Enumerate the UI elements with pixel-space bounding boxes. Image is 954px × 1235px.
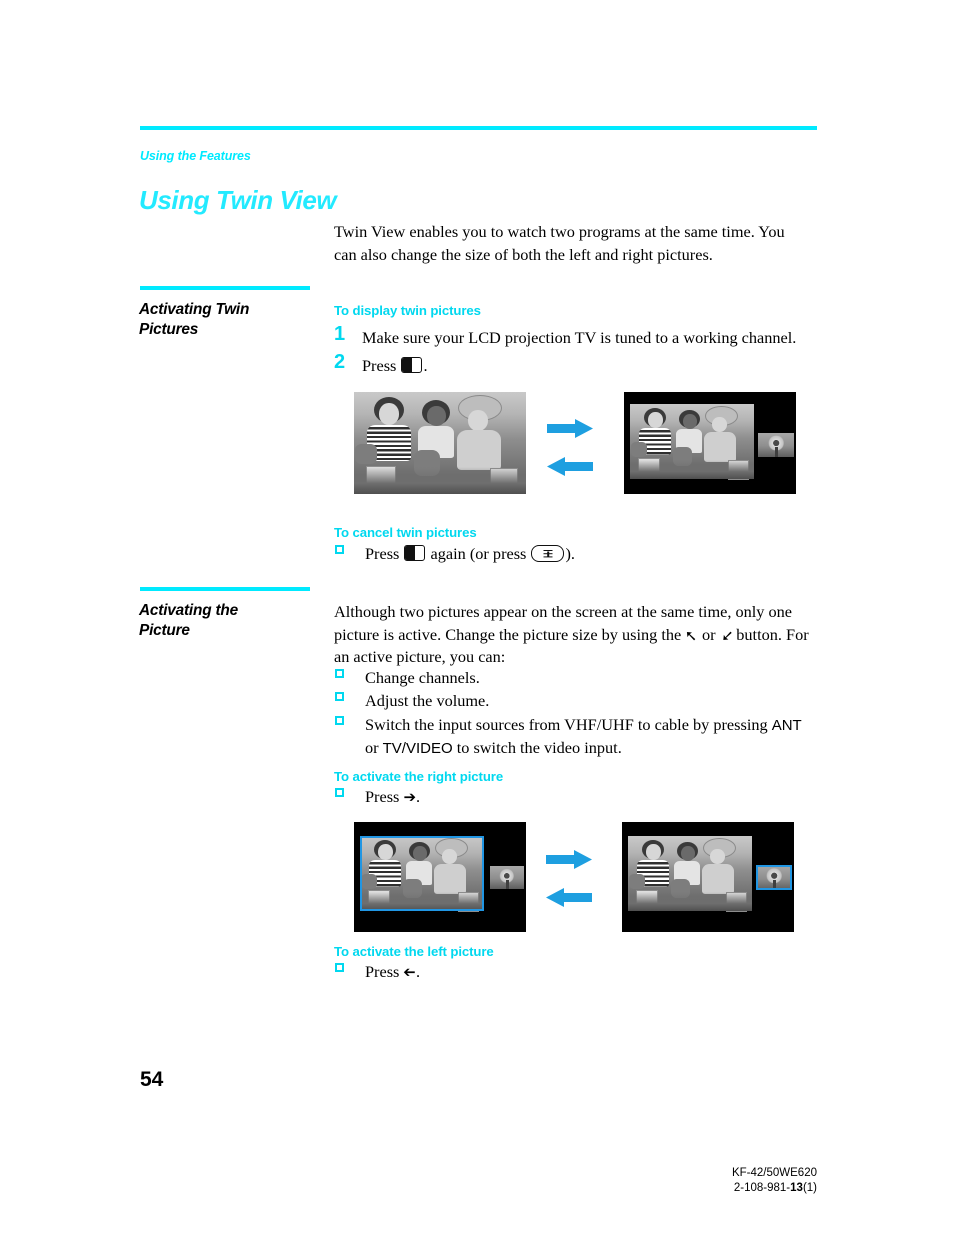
bullet-text: Press again (or press ).: [365, 543, 814, 565]
twin-view-button-icon: [404, 545, 426, 561]
figure-active-picture-switching: [334, 822, 814, 932]
step-text-after: .: [423, 356, 428, 375]
step-text: Make sure your LCD projection TV is tune…: [362, 328, 797, 347]
bullet-item-cancel-twin: Press again (or press ).: [334, 543, 814, 565]
arrow-right-icon: [546, 850, 592, 869]
ant-button-label: ANT: [771, 717, 802, 734]
running-head: Using the Features: [140, 149, 251, 163]
bullet-text: Press ➔.: [365, 787, 421, 806]
step-number: 2: [334, 351, 346, 373]
bullet-square-icon: [335, 716, 344, 725]
bullet-item-switch-input: Switch the input sources from VHF/UHF to…: [334, 714, 812, 760]
footer-model: KF-42/50WE620: [731, 1167, 817, 1179]
subheading-to-cancel-twin-pictures: To cancel twin pictures: [334, 525, 477, 540]
jump-button-icon: [531, 545, 565, 562]
footer-doc-suffix: (1): [802, 1182, 817, 1194]
bullet-item-change-channels: Change channels.: [334, 667, 814, 689]
section-heading-line-1: Activating the: [139, 602, 238, 619]
footer-document-number: 2-108-981-13(1): [732, 1181, 817, 1196]
tv-single-picture: [354, 392, 526, 494]
twin-view-button-icon: [401, 357, 423, 373]
section-divider-rule-picture: [140, 587, 310, 591]
subheading-to-activate-right-picture: To activate the right picture: [334, 769, 504, 784]
step-text-before: Press: [362, 356, 397, 375]
step-item-1: 1 Make sure your LCD projection TV is tu…: [334, 323, 814, 349]
intro-paragraph: Twin View enables you to watch two progr…: [334, 222, 785, 264]
page-title: Using Twin View: [139, 185, 337, 215]
bullet-item-press-left: Press ➔.: [334, 961, 814, 983]
section-heading-line-2: Picture: [139, 622, 190, 639]
tv-left-picture-active: [354, 822, 526, 932]
step-text: Press .: [362, 355, 814, 377]
step-number: 1: [334, 323, 346, 345]
section-heading-activating-twin-pictures: Activating Twin Pictures: [139, 300, 319, 340]
arrow-right-icon: [547, 419, 593, 438]
photo-sunflower-sub: [758, 433, 794, 457]
press-label: Press: [365, 962, 400, 981]
bullet-square-icon: [335, 545, 344, 554]
photo-sunflower-sub: [490, 866, 524, 889]
page-number: 54: [140, 1068, 164, 1091]
bullet-item-press-right: Press ➔.: [334, 786, 814, 808]
bullet-square-icon: [335, 692, 344, 701]
photo-kids-main: [628, 836, 752, 912]
switch-part-3: to switch the video input.: [452, 738, 622, 757]
figure-twin-view-activation: [334, 392, 814, 502]
section-heading-line-1: Activating Twin: [139, 301, 250, 318]
photo-kids-main: [360, 836, 484, 912]
bullet-text: Adjust the volume.: [365, 691, 490, 710]
arrow-left-icon: [547, 457, 593, 476]
photo-kids: [354, 392, 526, 494]
right-arrow-icon: ➔: [403, 790, 417, 806]
tv-right-picture-active: [622, 822, 794, 932]
bullet-square-icon: [335, 788, 344, 797]
switch-part-1: Switch the input sources from VHF/UHF to…: [365, 715, 772, 734]
body-paragraph-active-picture: Although two pictures appear on the scre…: [334, 602, 809, 666]
tv-video-button-label: TV/VIDEO: [382, 740, 453, 757]
footer: KF-42/50WE620 2-108-981-13(1): [732, 1166, 817, 1196]
section-divider-rule-twin: [140, 286, 310, 290]
cancel-text-1: Press: [365, 544, 400, 563]
bullet-text: Press ➔.: [365, 962, 421, 981]
photo-kids-main: [630, 404, 754, 480]
press-label: Press: [365, 787, 400, 806]
step-item-2: 2 Press .: [334, 351, 814, 377]
photo-sunflower-sub: [756, 865, 792, 890]
bullet-text: Switch the input sources from VHF/UHF to…: [365, 714, 812, 760]
cancel-text-3: ).: [565, 544, 575, 563]
body-or: or: [701, 624, 716, 644]
tv-twin-pictures: [624, 392, 796, 494]
cancel-text-2: again (or press: [430, 544, 527, 563]
bullet-square-icon: [335, 669, 344, 678]
manual-page: Using the Features Using Twin View Twin …: [0, 0, 954, 1235]
section-heading-activating-the-picture: Activating the Picture: [139, 601, 319, 641]
subheading-to-display-twin-pictures: To display twin pictures: [334, 303, 481, 318]
arrow-left-icon: [546, 888, 592, 907]
top-divider-rule: [140, 126, 817, 130]
subheading-to-activate-left-picture: To activate the left picture: [334, 944, 494, 959]
switch-part-2: or: [365, 738, 383, 757]
section-heading-line-2: Pictures: [139, 321, 199, 338]
bullet-item-adjust-volume: Adjust the volume.: [334, 690, 814, 712]
footer-doc-revision: 13: [790, 1182, 803, 1194]
footer-doc-prefix: 2-108-981-: [733, 1182, 791, 1194]
bullet-square-icon: [335, 963, 344, 972]
bullet-text: Change channels.: [365, 668, 480, 687]
